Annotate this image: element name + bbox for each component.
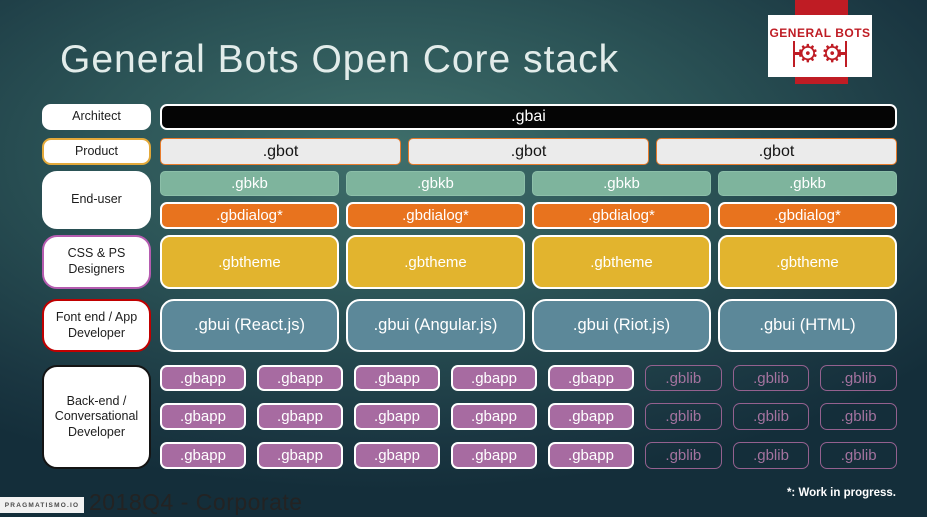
gbapp-block: .gbapp [354,403,440,430]
gbapp-block: .gbapp [160,403,246,430]
role-label-end-user: End-user [42,171,151,229]
general-bots-logo: GENERAL BOTS ⚙ ⚙ [768,15,872,77]
gbapp-block: .gbapp [451,365,537,391]
gbapp-block: .gbapp [160,365,246,391]
gblib-block: .gblib [732,403,810,430]
gbapp-block: .gbapp [548,442,634,469]
row-gbapp-2: .gbapp .gbapp .gbapp .gbapp .gbapp .gbli… [160,403,898,430]
row-gbot: .gbot .gbot .gbot [160,138,897,165]
gblib-block: .gblib [732,442,810,469]
gblib-block: .gblib [645,442,722,469]
gbkb-block: .gbkb [346,171,525,196]
footer-version-text: 2018Q4 - Corporate [89,489,303,515]
gbdialog-block: .gbdialog* [532,202,711,229]
stack-diagram: Architect Product End-user CSS & PS Desi… [42,104,898,469]
gbapp-block: .gbapp [160,442,246,469]
row-gbtheme: .gbtheme .gbtheme .gbtheme .gbtheme [160,235,897,289]
gblib-block: .gblib [645,365,722,391]
role-label-css-ps-designers: CSS & PS Designers [42,235,151,289]
role-label-front-end-app-developer: Font end / App Developer [42,299,151,352]
gblib-block: .gblib [820,365,898,391]
gbui-html-block: .gbui (HTML) [718,299,897,352]
gbapp-block: .gbapp [257,403,343,430]
gear-bar-left [792,40,802,67]
role-label-product: Product [42,138,151,165]
role-label-architect: Architect [42,104,151,130]
gbkb-block: .gbkb [160,171,339,196]
gbapp-block: .gbapp [548,365,634,391]
gbapp-block: .gbapp [451,403,537,430]
slide-canvas: General Bots Open Core stack GENERAL BOT… [0,0,927,517]
gblib-block: .gblib [820,403,898,430]
row-gbapp-1: .gbapp .gbapp .gbapp .gbapp .gbapp .gbli… [160,365,898,391]
gbot-block: .gbot [656,138,897,165]
gbapp-block: .gbapp [548,403,634,430]
gbot-block: .gbot [160,138,401,165]
gbtheme-block: .gbtheme [346,235,525,289]
gblib-block: .gblib [645,403,722,430]
logo-wordmark: GENERAL BOTS [769,25,871,40]
row-gbai: .gbai [160,104,897,130]
gbdialog-block: .gbdialog* [160,202,339,229]
pragmatismo-logo: PRAGMATISMO.IO [0,497,84,513]
gbkb-block: .gbkb [532,171,711,196]
row-gbapp-3: .gbapp .gbapp .gbapp .gbapp .gbapp .gbli… [160,442,898,469]
gbdialog-block: .gbdialog* [718,202,897,229]
gears-icon: ⚙ ⚙ [792,40,848,67]
gbui-angular-block: .gbui (Angular.js) [346,299,525,352]
gblib-block: .gblib [820,442,898,469]
gear-bar-right [838,40,848,67]
gbdialog-block: .gbdialog* [346,202,525,229]
work-in-progress-footnote: *: Work in progress. [786,487,896,499]
gbtheme-block: .gbtheme [532,235,711,289]
gbtheme-block: .gbtheme [160,235,339,289]
row-gbui: .gbui (React.js) .gbui (Angular.js) .gbu… [160,299,897,352]
gbui-react-block: .gbui (React.js) [160,299,339,352]
gbapp-block: .gbapp [451,442,537,469]
role-label-back-end-conversational-developer: Back-end / Conversational Developer [42,365,151,469]
gbui-riot-block: .gbui (Riot.js) [532,299,711,352]
gbai-block: .gbai [160,104,897,130]
gbkb-block: .gbkb [718,171,897,196]
gbapp-block: .gbapp [257,442,343,469]
row-gbkb: .gbkb .gbkb .gbkb .gbkb [160,171,897,196]
gbapp-block: .gbapp [257,365,343,391]
row-gbdialog: .gbdialog* .gbdialog* .gbdialog* .gbdial… [160,202,897,229]
gbapp-block: .gbapp [354,365,440,391]
gblib-block: .gblib [732,365,810,391]
page-title: General Bots Open Core stack [60,38,620,81]
gbtheme-block: .gbtheme [718,235,897,289]
gbot-block: .gbot [408,138,649,165]
gbapp-block: .gbapp [354,442,440,469]
